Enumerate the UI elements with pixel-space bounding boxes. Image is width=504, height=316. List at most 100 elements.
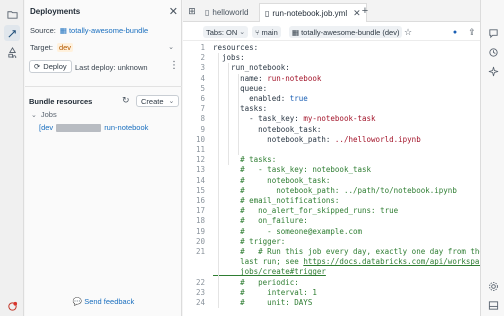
- job-name: run-notebook: [104, 123, 149, 132]
- star-icon[interactable]: ☆: [402, 26, 414, 38]
- code-line[interactable]: 15 # notebook_path: ../path/to/notebook.…: [183, 186, 480, 196]
- code-line[interactable]: 24 # unit: DAYS: [183, 298, 480, 308]
- code-line[interactable]: jobs/create#trigger: [183, 267, 480, 277]
- code-line[interactable]: 23 # interval: 1: [183, 288, 480, 298]
- line-text: queue:: [213, 84, 267, 94]
- more-icon[interactable]: ⋮: [169, 60, 179, 71]
- shapes-icon[interactable]: [4, 44, 20, 60]
- tabs-toggle[interactable]: Tabs: ON ⌄: [203, 26, 249, 38]
- tab-label: helloworld: [212, 8, 249, 17]
- code-token: ../helloworld.ipynb: [334, 134, 421, 144]
- editor-pane: ⊞ ▯ helloworld ▯ run-notebook.job.yml ✕ …: [183, 0, 493, 316]
- line-number: 19: [195, 226, 205, 236]
- tab-helloworld[interactable]: ▯ helloworld: [200, 3, 253, 22]
- file-icon: ▯: [265, 8, 270, 18]
- source-link[interactable]: totally-awesome-bundle: [69, 26, 148, 35]
- share-icon[interactable]: ⇪: [466, 26, 478, 38]
- panel-title: Deployments: [30, 7, 81, 16]
- notebook-icon: ▯: [205, 8, 210, 17]
- code-token: # periodic:: [213, 277, 299, 287]
- branch-selector[interactable]: ⑂ main: [252, 26, 281, 38]
- grid-icon[interactable]: ⊞: [186, 5, 198, 17]
- deploy-label: Deploy: [43, 62, 67, 71]
- create-button[interactable]: Create ⌄: [136, 95, 180, 107]
- bundle-resources-title: Bundle resources: [29, 97, 93, 106]
- add-tab-icon[interactable]: +: [359, 5, 371, 17]
- code-token: https://docs.databricks.com/api/workspac…: [303, 257, 493, 267]
- code-token: jobs/create#trigger: [213, 267, 326, 277]
- code-token: # tasks:: [213, 155, 277, 165]
- right-activity-bar: [480, 0, 504, 316]
- send-feedback-link[interactable]: 💬 Send feedback: [25, 297, 182, 306]
- panel-toggle-icon[interactable]: [485, 297, 501, 313]
- code-line[interactable]: 1 resources:: [183, 43, 480, 53]
- code-line[interactable]: 16 # email_notifications:: [183, 196, 480, 206]
- settings-icon[interactable]: [485, 278, 501, 294]
- line-text: resources:: [213, 43, 258, 53]
- line-number: 22: [195, 277, 205, 287]
- line-number: 13: [195, 165, 205, 175]
- bundle-selector[interactable]: ▦ totally-awesome-bundle (dev): [289, 26, 403, 38]
- chevron-down-icon[interactable]: ⌄: [168, 43, 174, 51]
- bundle-label: totally-awesome-bundle (dev): [301, 27, 400, 37]
- chevron-down-icon: ⌄: [31, 111, 37, 119]
- refresh-icon[interactable]: ↻: [122, 95, 130, 106]
- create-label: Create: [141, 96, 164, 106]
- last-deploy-status: Last deploy: unknown: [75, 62, 148, 72]
- code-line[interactable]: 18 # on_failure:: [183, 216, 480, 226]
- code-token: enabled:: [213, 94, 290, 103]
- error-status-icon[interactable]: [4, 298, 20, 314]
- indent-guide: [218, 53, 219, 309]
- tab-label: run-notebook.job.yml: [272, 8, 348, 18]
- indent-guide: [228, 63, 229, 166]
- job-prefix: [dev: [39, 123, 54, 132]
- code-editor[interactable]: 1 resources: 2 jobs: 3 run_notebook: 4 name:…: [183, 41, 493, 316]
- code-line[interactable]: 22 # periodic:: [183, 278, 480, 288]
- code-line[interactable]: 19 # - someone@example.com: [183, 227, 480, 237]
- line-number: 8: [200, 114, 205, 124]
- code-line[interactable]: last run; see https://docs.databricks.co…: [183, 257, 493, 267]
- code-token: queue:: [213, 83, 268, 93]
- line-number: 21: [195, 247, 205, 256]
- line-text: tasks:: [213, 104, 267, 114]
- job-item-run-notebook[interactable]: [dev run-notebook: [39, 122, 148, 133]
- line-number: 20: [195, 236, 205, 246]
- assistant-icon[interactable]: [485, 63, 501, 79]
- tabs-label: Tabs: ON: [206, 27, 238, 37]
- line-number: 9: [200, 124, 205, 134]
- folder-icon[interactable]: [4, 6, 20, 22]
- code-token: run_notebook:: [213, 63, 290, 73]
- deploy-button[interactable]: ⟳ Deploy: [29, 60, 72, 73]
- close-icon[interactable]: ✕: [169, 5, 178, 18]
- jobs-group[interactable]: ⌄ Jobs: [31, 109, 57, 120]
- bundle-icon: ▦: [59, 25, 67, 35]
- line-number: 10: [195, 134, 205, 144]
- code-token: # no_alert_for_skipped_runs: true: [213, 206, 399, 216]
- line-text: # tasks:: [213, 155, 276, 165]
- history-icon[interactable]: [485, 44, 501, 60]
- code-token: notebook_task:: [213, 124, 322, 134]
- tab-bar: ⊞ ▯ helloworld ▯ run-notebook.job.yml ✕ …: [183, 0, 480, 22]
- code-line[interactable]: 20 # trigger:: [183, 237, 480, 247]
- code-token: # on_failure:: [213, 216, 308, 226]
- line-text: # notebook_path: ../path/to/notebook.ipy…: [213, 186, 457, 196]
- line-number: 15: [195, 185, 205, 195]
- target-row[interactable]: Target: dev ⌄: [30, 41, 180, 53]
- status-dot-icon: ●: [452, 28, 458, 36]
- code-line[interactable]: 21 # # Run this job every day, exactly o…: [183, 247, 484, 257]
- code-line[interactable]: 14 # notebook_task:: [183, 176, 480, 186]
- chevron-down-icon: ⌄: [239, 29, 246, 36]
- line-number: 16: [195, 196, 205, 205]
- comment-icon[interactable]: [485, 25, 501, 41]
- redacted-username: [56, 123, 102, 132]
- rocket-icon[interactable]: [4, 25, 20, 41]
- tab-run-notebook-yml[interactable]: ▯ run-notebook.job.yml ✕: [259, 3, 367, 22]
- activity-bar: [0, 0, 24, 316]
- indent-guide: [238, 73, 239, 156]
- line-number: 5: [200, 83, 205, 93]
- code-line[interactable]: 2 jobs:: [183, 53, 480, 63]
- line-text: # # Run this job every day, exactly one …: [213, 247, 484, 257]
- code-line[interactable]: 17 # no_alert_for_skipped_runs: true: [183, 206, 480, 216]
- target-value: dev: [56, 42, 74, 52]
- code-line[interactable]: 13 # - task_key: notebook_task: [183, 165, 480, 175]
